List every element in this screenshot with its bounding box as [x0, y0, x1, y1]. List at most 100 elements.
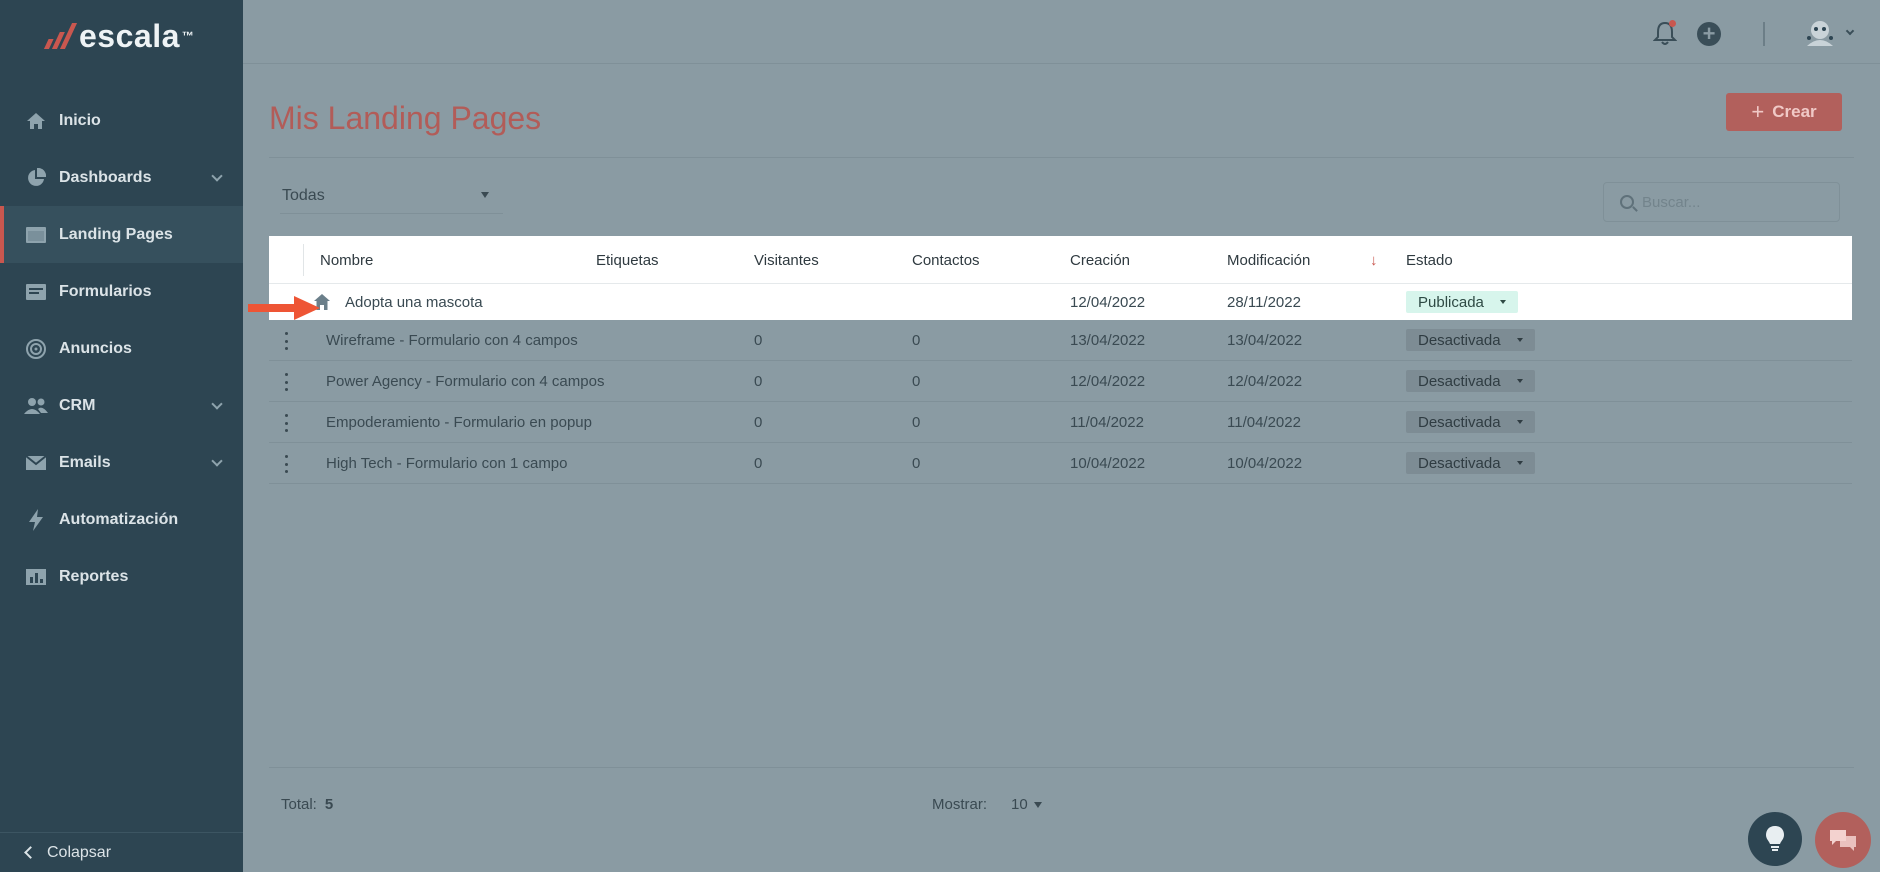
status-badge[interactable]: Publicada — [1406, 291, 1518, 313]
row-status[interactable]: Desactivada — [1406, 443, 1535, 483]
row-modified: 10/04/2022 — [1227, 454, 1303, 472]
table-row[interactable]: Empoderamiento - Formulario en popup 0 0… — [269, 402, 1852, 443]
logo-bars-icon — [43, 23, 78, 49]
status-badge[interactable]: Desactivada — [1406, 370, 1535, 392]
collapse-label: Colapsar — [47, 843, 112, 861]
sidebar-item-label: Formularios — [59, 282, 152, 300]
row-status[interactable]: Desactivada — [1406, 402, 1535, 442]
row-actions-kebab-icon[interactable] — [285, 414, 289, 432]
sidebar: escala™ Inicio Dashboards Landing Pages — [0, 0, 243, 872]
status-label: Desactivada — [1418, 372, 1501, 390]
row-contacts: 0 — [912, 372, 921, 390]
sidebar-item-label: Dashboards — [59, 168, 152, 186]
status-filter-select[interactable]: Todas — [280, 178, 503, 214]
logo-trademark: ™ — [181, 29, 195, 43]
chevron-down-icon[interactable] — [1845, 26, 1855, 36]
chat-bubbles-icon — [1830, 830, 1856, 851]
row-modified: 28/11/2022 — [1227, 293, 1301, 311]
column-header-creacion[interactable]: Creación — [1070, 236, 1130, 284]
status-label: Publicada — [1418, 293, 1484, 311]
page-size-select[interactable]: Mostrar: 10 — [932, 796, 1042, 813]
table-row[interactable]: Power Agency - Formulario con 4 campos 0… — [269, 361, 1852, 402]
topbar: + — [243, 0, 1880, 64]
sidebar-item-formularios[interactable]: Formularios — [0, 263, 243, 320]
notifications-bell-icon[interactable] — [1652, 20, 1678, 46]
filter-value: Todas — [282, 186, 325, 204]
sidebar-item-label: Reportes — [59, 567, 129, 585]
sidebar-item-reportes[interactable]: Reportes — [0, 548, 243, 605]
escala-logo[interactable]: escala ™ — [0, 0, 243, 72]
sidebar-item-anuncios[interactable]: Anuncios — [0, 320, 243, 377]
sidebar-item-dashboards[interactable]: Dashboards — [0, 149, 243, 206]
row-actions-kebab-icon[interactable] — [285, 373, 289, 391]
caret-down-icon — [1516, 420, 1523, 424]
row-name[interactable]: High Tech - Formulario con 1 campo — [326, 443, 568, 483]
row-actions-kebab-icon[interactable] — [285, 332, 289, 350]
column-header-nombre[interactable]: Nombre — [320, 236, 373, 284]
row-modified: 11/04/2022 — [1227, 413, 1301, 431]
row-actions-kebab-icon[interactable] — [285, 455, 289, 473]
users-icon — [24, 395, 48, 417]
table-row[interactable]: High Tech - Formulario con 1 campo 0 0 1… — [269, 443, 1852, 484]
form-icon — [24, 281, 48, 303]
column-header-modificacion[interactable]: Modificación — [1227, 236, 1310, 284]
topbar-divider — [1763, 22, 1765, 46]
status-badge[interactable]: Desactivada — [1406, 329, 1535, 351]
row-status[interactable]: Desactivada — [1406, 361, 1535, 401]
collapse-sidebar-button[interactable]: Colapsar — [0, 832, 243, 872]
status-badge[interactable]: Desactivada — [1406, 411, 1535, 433]
row-created: 13/04/2022 — [1070, 331, 1146, 349]
total-label: Total: — [281, 796, 317, 813]
row-visitors: 0 — [754, 413, 763, 431]
sidebar-item-crm[interactable]: CRM — [0, 377, 243, 434]
show-label: Mostrar: — [932, 796, 988, 813]
status-badge[interactable]: Desactivada — [1406, 452, 1535, 474]
row-name[interactable]: Power Agency - Formulario con 4 campos — [326, 361, 604, 401]
row-created: 12/04/2022 — [1070, 293, 1146, 311]
caret-down-icon — [1033, 801, 1042, 808]
search-input[interactable]: Buscar... — [1603, 182, 1840, 222]
row-status[interactable]: Publicada — [1406, 284, 1518, 320]
sidebar-item-label: CRM — [59, 396, 96, 414]
table-row[interactable]: Adopta una mascota 12/04/2022 28/11/2022… — [269, 284, 1852, 320]
sidebar-item-inicio[interactable]: Inicio — [0, 92, 243, 149]
notification-dot — [1669, 20, 1676, 27]
row-name[interactable]: Wireframe - Formulario con 4 campos — [326, 320, 578, 360]
column-header-etiquetas[interactable]: Etiquetas — [596, 236, 659, 284]
target-icon — [24, 338, 48, 360]
row-modified: 12/04/2022 — [1227, 372, 1303, 390]
create-button[interactable]: + Crear — [1726, 93, 1842, 131]
page-title: Mis Landing Pages — [269, 100, 542, 136]
chat-button[interactable] — [1815, 812, 1871, 868]
window-icon — [24, 224, 48, 246]
row-created: 10/04/2022 — [1070, 454, 1146, 472]
sidebar-item-emails[interactable]: Emails — [0, 434, 243, 491]
row-status[interactable]: Desactivada — [1406, 320, 1535, 360]
column-header-visitantes[interactable]: Visitantes — [754, 236, 819, 284]
sidebar-item-label: Automatización — [59, 510, 179, 528]
row-contacts: 0 — [912, 413, 921, 431]
chevron-down-icon — [211, 398, 223, 410]
avatar[interactable] — [1803, 18, 1837, 48]
table-header: Nombre Etiquetas Visitantes Contactos Cr… — [269, 236, 1852, 284]
status-label: Desactivada — [1418, 331, 1501, 349]
help-lightbulb-button[interactable] — [1748, 812, 1802, 866]
caret-down-icon — [1516, 379, 1523, 383]
sort-arrow-down-icon[interactable]: ↓ — [1370, 236, 1378, 284]
caret-down-icon — [481, 192, 489, 198]
row-name-cell[interactable]: Adopta una mascota — [313, 284, 483, 320]
chevron-left-icon — [24, 846, 37, 859]
column-header-contactos[interactable]: Contactos — [912, 236, 980, 284]
row-name[interactable]: Empoderamiento - Formulario en popup — [326, 402, 592, 442]
bolt-icon — [24, 508, 48, 531]
add-circle-icon[interactable]: + — [1697, 22, 1721, 46]
total-count: Total: 5 — [281, 796, 333, 813]
sidebar-nav: Inicio Dashboards Landing Pages Formular… — [0, 92, 243, 605]
divider — [269, 157, 1854, 158]
lightbulb-icon — [1766, 826, 1784, 851]
sidebar-item-landing-pages[interactable]: Landing Pages — [0, 206, 243, 263]
table-row[interactable]: Wireframe - Formulario con 4 campos 0 0 … — [269, 320, 1852, 361]
column-header-estado[interactable]: Estado — [1406, 236, 1453, 284]
row-created: 11/04/2022 — [1070, 413, 1144, 431]
sidebar-item-automatizacion[interactable]: Automatización — [0, 491, 243, 548]
